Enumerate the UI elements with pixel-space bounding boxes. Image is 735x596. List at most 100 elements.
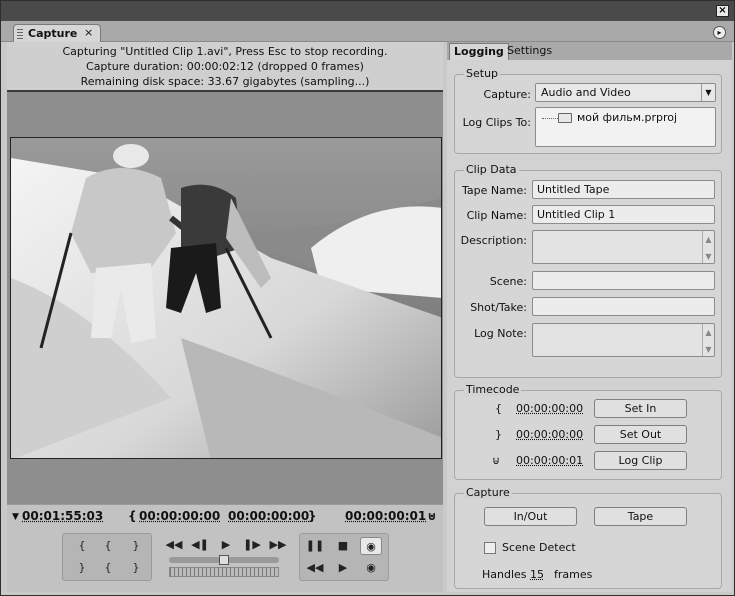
status-line-1: Capturing "Untitled Clip 1.avi", Press E… [62, 45, 388, 58]
in-point-timecode[interactable]: 00:00:00:00 [139, 509, 220, 523]
playback-controls: ◀◀ ◀❚ ▶ ❚▶ ▶▶ [159, 533, 299, 581]
timecode-group: Timecode { 00:00:00:00 Set In } 00:00:00… [454, 383, 722, 480]
play-icon[interactable]: ▶ [215, 536, 237, 554]
scene-field[interactable] [532, 271, 715, 290]
set-in-button[interactable]: Set In [594, 399, 687, 418]
set-in-icon[interactable]: { [97, 537, 119, 555]
tab-capture[interactable]: Capture × [13, 24, 101, 42]
rewind-icon[interactable]: ◀◀ [163, 536, 185, 554]
step-back-icon[interactable]: ◀❚ [189, 536, 211, 554]
go-to-in-point-icon[interactable]: { [97, 559, 119, 577]
record-controls: ❚❚ ■ ◉ ◀◀ ▶ ◉ [299, 533, 389, 581]
panel-menu-button[interactable]: ▸ [713, 26, 726, 39]
clip-name-label: Clip Name: [466, 209, 527, 222]
capture-title: Capture [464, 486, 512, 499]
capture-group: Capture In/Out Tape Scene Detect Handles… [454, 486, 722, 589]
shot-take-field[interactable] [532, 297, 715, 316]
folder-icon [558, 113, 572, 123]
down-arrow-icon[interactable]: ▼ [703, 341, 714, 358]
shot-take-label: Shot/Take: [470, 301, 527, 314]
set-out-button[interactable]: Set Out [594, 425, 687, 444]
up-arrow-icon[interactable]: ▲ [703, 324, 714, 341]
description-label: Description: [460, 234, 527, 247]
handles-label: Handles [482, 568, 527, 581]
clip-data-group: Clip Data Tape Name: Untitled Tape Clip … [454, 163, 722, 378]
log-clips-label: Log Clips To: [462, 116, 531, 129]
go-to-out-point-icon[interactable]: } [125, 559, 147, 577]
set-out-icon[interactable]: } [125, 537, 147, 555]
tape-name-label: Tape Name: [461, 184, 527, 197]
grip-icon[interactable] [17, 29, 23, 39]
log-note-field[interactable]: ▲ ▼ [532, 323, 715, 357]
out-point-icon: } [495, 428, 502, 441]
tab-settings[interactable]: Settings [503, 43, 556, 60]
rewind-tape-icon[interactable]: ◀◀ [304, 559, 326, 577]
scene-detect-label: Scene Detect [502, 541, 576, 554]
setup-group: Setup Capture: Audio and Video ▼ Log Cli… [454, 67, 722, 154]
scene-search-icon[interactable]: ▶ [332, 559, 354, 577]
project-item[interactable]: мой фильм.prproj [577, 111, 677, 124]
logging-panel: Logging Settings Setup Capture: Audio an… [447, 42, 732, 592]
go-to-out-icon[interactable]: } [71, 559, 93, 577]
duration-timecode-value[interactable]: 00:00:00:01 [516, 454, 583, 467]
description-field[interactable]: ▲ ▼ [532, 230, 715, 264]
jog-wheel[interactable] [169, 567, 279, 577]
timecode-bar: ▼ 00:01:55:03 { 00:00:00:00 00:00:00:00 … [7, 504, 443, 528]
setup-title: Setup [464, 67, 501, 80]
close-window-button[interactable]: × [716, 5, 729, 17]
capture-status: Capturing "Untitled Clip 1.avi", Press E… [7, 42, 443, 92]
clip-data-title: Clip Data [464, 163, 519, 176]
shuttle-knob[interactable] [219, 555, 229, 565]
go-to-in-icon[interactable]: { [71, 537, 93, 555]
clip-name-field[interactable]: Untitled Clip 1 [532, 205, 715, 224]
record-preroll-icon[interactable]: ◉ [360, 559, 382, 577]
tab-logging[interactable]: Logging [449, 43, 509, 60]
fast-forward-icon[interactable]: ▶▶ [267, 536, 289, 554]
in-point-icon: { [128, 509, 137, 523]
log-note-scrollbar[interactable]: ▲ ▼ [702, 324, 714, 356]
shuttle-slider[interactable] [169, 555, 279, 565]
scene-detect-checkbox[interactable] [484, 542, 496, 554]
tape-name-field[interactable]: Untitled Tape [532, 180, 715, 199]
step-forward-icon[interactable]: ❚▶ [241, 536, 263, 554]
out-point-timecode[interactable]: 00:00:00:00 [228, 509, 309, 523]
stop-icon[interactable]: ■ [332, 537, 354, 555]
logging-body: Setup Capture: Audio and Video ▼ Log Cli… [447, 60, 732, 592]
capture-monitor: Capturing "Untitled Clip 1.avi", Press E… [7, 42, 443, 592]
video-preview [10, 137, 442, 459]
scene-label: Scene: [489, 275, 527, 288]
status-line-3: Remaining disk space: 33.67 gigabytes (s… [80, 75, 370, 88]
status-line-2: Capture duration: 00:00:02:12 (dropped 0… [86, 60, 364, 73]
pause-icon[interactable]: ❚❚ [304, 537, 326, 555]
log-note-label: Log Note: [474, 327, 527, 340]
capture-select[interactable]: Audio and Video ▼ [535, 83, 716, 102]
duration-icon: ⊍ [492, 454, 501, 467]
handles-value[interactable]: 15 [530, 568, 544, 581]
tape-button[interactable]: Tape [594, 507, 687, 526]
description-scrollbar[interactable]: ▲ ▼ [702, 231, 714, 263]
up-arrow-icon[interactable]: ▲ [703, 231, 714, 248]
tab-capture-label: Capture [28, 27, 78, 40]
capture-window: × Capture × ▸ Capturing "Untitled Clip 1… [0, 0, 735, 596]
tree-line [542, 118, 558, 119]
dropdown-icon[interactable]: ▼ [701, 84, 715, 101]
marker-controls: { { } } { } [62, 533, 152, 581]
duration-timecode[interactable]: 00:00:00:01 [345, 509, 426, 523]
log-clips-tree[interactable]: мой фильм.prproj [535, 107, 716, 147]
capture-label: Capture: [483, 88, 531, 101]
log-clip-button[interactable]: Log Clip [594, 451, 687, 470]
out-timecode-value[interactable]: 00:00:00:00 [516, 428, 583, 441]
record-icon[interactable]: ◉ [360, 537, 382, 555]
out-point-icon: } [308, 509, 317, 523]
panel-tab-strip: Capture × ▸ [1, 21, 734, 42]
down-arrow-icon[interactable]: ▼ [703, 248, 714, 265]
tab-close-icon[interactable]: × [84, 26, 93, 39]
title-bar: × [1, 1, 734, 21]
ski-scene-image [11, 138, 441, 458]
timecode-menu-icon[interactable]: ▼ [12, 512, 19, 522]
in-timecode-value[interactable]: 00:00:00:00 [516, 402, 583, 415]
current-timecode[interactable]: 00:01:55:03 [22, 509, 103, 523]
timecode-title: Timecode [464, 383, 522, 396]
in-out-button[interactable]: In/Out [484, 507, 577, 526]
capture-select-value: Audio and Video [541, 86, 631, 99]
